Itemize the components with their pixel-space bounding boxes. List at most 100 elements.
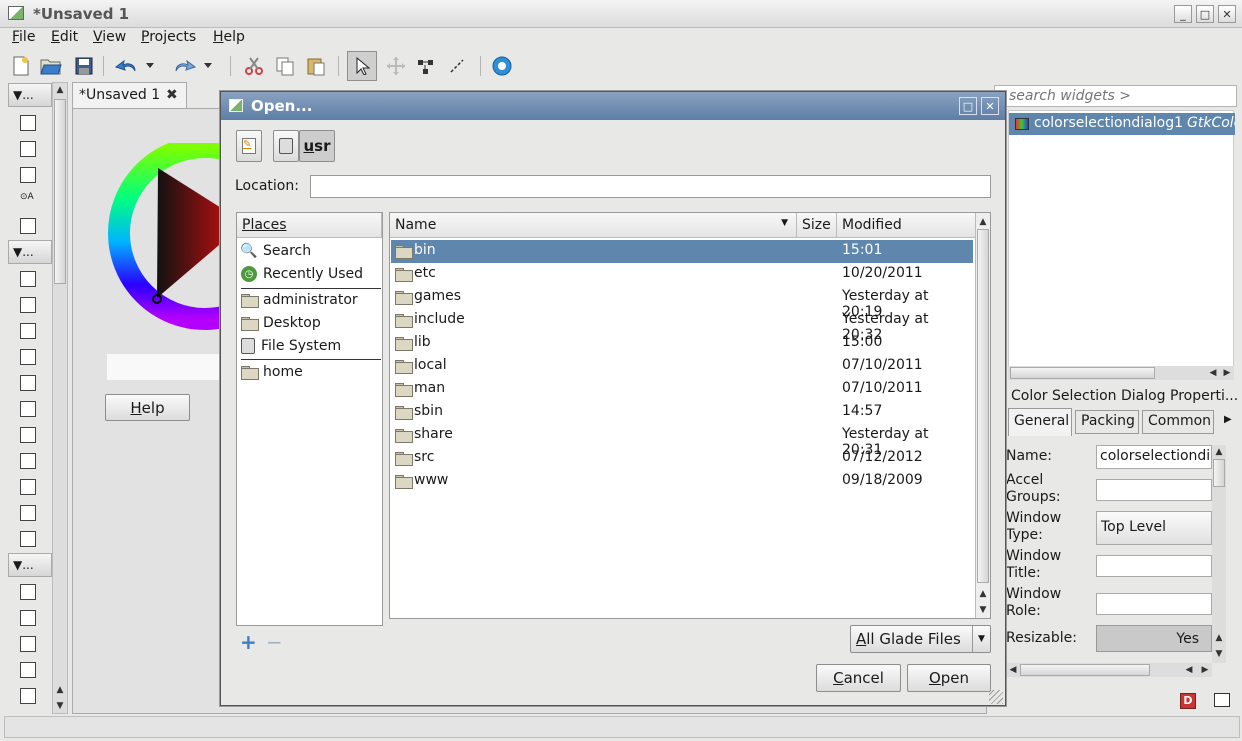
palette-group-toplevels[interactable]: ▼...: [8, 83, 52, 107]
cancel-button[interactable]: Cancel: [816, 664, 901, 692]
prop-window-type-combo[interactable]: Top Level: [1096, 511, 1212, 545]
menu-view[interactable]: View: [93, 29, 126, 45]
close-button[interactable]: ✕: [1218, 5, 1236, 23]
undo-icon[interactable]: [113, 52, 141, 80]
settings-icon[interactable]: [488, 52, 516, 80]
minimize-button[interactable]: _: [1174, 5, 1192, 23]
file-row[interactable]: man 07/10/2011: [391, 378, 973, 401]
palette-group-control[interactable]: ▼...: [8, 553, 52, 577]
cut-icon[interactable]: [240, 52, 268, 80]
tabs-scroll-right-icon[interactable]: ▶: [1224, 414, 1232, 425]
tab-common[interactable]: Common: [1142, 410, 1214, 434]
location-input[interactable]: [310, 175, 991, 198]
palette-widget-icon[interactable]: [20, 167, 36, 183]
places-home[interactable]: home: [241, 361, 303, 383]
open-icon[interactable]: [37, 52, 65, 80]
places-desktop[interactable]: Desktop: [241, 312, 321, 334]
file-row[interactable]: share Yesterday at 20:31: [391, 424, 973, 458]
palette-widget-icon[interactable]: [20, 401, 36, 417]
palette-group-containers[interactable]: ▼...: [8, 240, 52, 264]
toggle-panel-icon[interactable]: [1214, 693, 1230, 707]
prop-accel-groups-field[interactable]: [1096, 479, 1212, 501]
palette-widget-icon[interactable]: [20, 610, 36, 626]
save-icon[interactable]: [70, 52, 98, 80]
palette-widget-icon[interactable]: [20, 505, 36, 521]
palette-widget-icon[interactable]: [20, 453, 36, 469]
margin-icon[interactable]: [443, 52, 471, 80]
places-administrator[interactable]: administrator: [241, 289, 358, 311]
open-button[interactable]: Open: [907, 664, 991, 692]
palette-widget-icon[interactable]: [20, 479, 36, 495]
undo-dropdown-icon[interactable]: [142, 52, 158, 80]
new-icon[interactable]: [7, 52, 35, 80]
paste-icon[interactable]: [302, 52, 330, 80]
dialog-maximize-button[interactable]: □: [959, 97, 977, 115]
palette-widget-icon[interactable]: [20, 662, 36, 678]
places-file-system[interactable]: File System: [241, 335, 341, 357]
palette-widget-icon[interactable]: ⊙A: [20, 192, 36, 208]
palette-widget-icon[interactable]: [20, 218, 36, 234]
file-row[interactable]: sbin 14:57: [391, 401, 973, 424]
file-row[interactable]: games Yesterday at 20:19: [391, 286, 973, 320]
help-button[interactable]: Help: [105, 394, 190, 421]
palette-widget-icon[interactable]: [20, 531, 36, 547]
column-name[interactable]: Name ▼: [390, 213, 797, 238]
menu-file[interactable]: File: [12, 29, 35, 45]
redo-icon[interactable]: [170, 52, 198, 80]
column-modified[interactable]: Modified: [837, 213, 976, 238]
drag-resize-icon[interactable]: [382, 52, 410, 80]
palette-widget-icon[interactable]: [20, 323, 36, 339]
search-widgets-input[interactable]: [994, 85, 1237, 107]
palette-widget-icon[interactable]: [20, 115, 36, 131]
maximize-button[interactable]: □: [1196, 5, 1214, 23]
file-row[interactable]: etc 10/20/2011: [391, 263, 973, 286]
color-wheel[interactable]: [105, 143, 225, 333]
add-bookmark-icon[interactable]: +: [240, 630, 257, 654]
type-location-button[interactable]: ✎: [236, 130, 262, 162]
copy-icon[interactable]: [271, 52, 299, 80]
filter-combo[interactable]: All Glade Files ▼: [850, 625, 991, 653]
prop-name-field[interactable]: colorselectiondia: [1096, 445, 1212, 469]
properties-vscrollbar[interactable]: ▲ ▲ ▼: [1212, 445, 1226, 663]
file-row[interactable]: lib 15:00: [391, 332, 973, 355]
resize-grip-icon[interactable]: [989, 690, 1003, 704]
properties-hscrollbar[interactable]: ◀ ◀ ▶: [1006, 663, 1212, 677]
path-root-button[interactable]: [273, 130, 299, 162]
palette-widget-icon[interactable]: [20, 141, 36, 157]
close-tab-icon[interactable]: ✖: [166, 87, 182, 103]
tab-general[interactable]: General: [1008, 408, 1072, 436]
places-header[interactable]: Places: [237, 213, 382, 238]
prop-resizable-toggle[interactable]: Yes: [1096, 625, 1212, 652]
pointer-icon[interactable]: [347, 51, 377, 81]
file-row[interactable]: www 09/18/2009: [391, 470, 973, 493]
remove-bookmark-icon[interactable]: −: [266, 630, 283, 654]
file-list-scrollbar[interactable]: ▲ ▲ ▼: [975, 213, 990, 618]
palette-scrollbar[interactable]: ▲ ▲ ▼: [52, 82, 68, 714]
palette-widget-icon[interactable]: [20, 427, 36, 443]
menu-help[interactable]: Help: [213, 29, 245, 45]
places-search[interactable]: 🔍 Search: [240, 240, 311, 262]
palette-widget-icon[interactable]: [20, 688, 36, 704]
devhelp-icon[interactable]: D: [1180, 693, 1196, 709]
palette-widget-icon[interactable]: [20, 375, 36, 391]
places-recently-used[interactable]: ◷ Recently Used: [241, 263, 363, 285]
prop-window-role-field[interactable]: [1096, 593, 1212, 615]
edit-icon[interactable]: [412, 52, 440, 80]
prop-window-title-field[interactable]: [1096, 555, 1212, 577]
column-size[interactable]: Size: [797, 213, 837, 238]
file-row[interactable]: include Yesterday at 20:32: [391, 309, 973, 343]
menu-edit[interactable]: Edit: [51, 29, 78, 45]
tab-packing[interactable]: Packing: [1075, 410, 1139, 434]
palette-widget-icon[interactable]: [20, 297, 36, 313]
palette-widget-icon[interactable]: [20, 349, 36, 365]
menu-projects[interactable]: Projects: [141, 29, 196, 45]
file-row[interactable]: bin 15:01: [391, 240, 973, 263]
redo-dropdown-icon[interactable]: [200, 52, 216, 80]
file-row[interactable]: src 07/12/2012: [391, 447, 973, 470]
palette-widget-icon[interactable]: [20, 636, 36, 652]
file-row[interactable]: local 07/10/2011: [391, 355, 973, 378]
dialog-close-button[interactable]: ✕: [981, 97, 999, 115]
palette-widget-icon[interactable]: [20, 584, 36, 600]
palette-widget-icon[interactable]: [20, 271, 36, 287]
path-usr-button[interactable]: usr: [299, 130, 335, 162]
